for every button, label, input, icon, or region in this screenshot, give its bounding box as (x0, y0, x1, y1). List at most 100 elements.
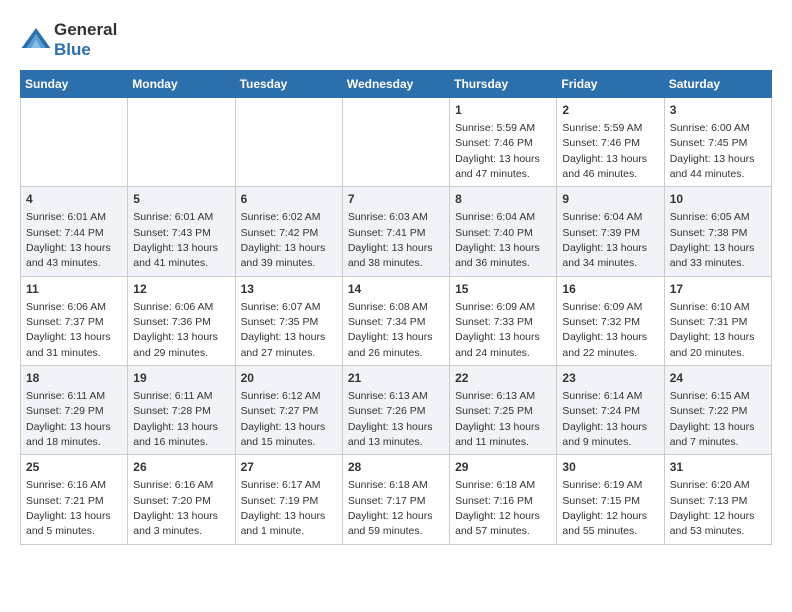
day-number: 15 (455, 281, 551, 298)
calendar-cell: 18Sunrise: 6:11 AM Sunset: 7:29 PM Dayli… (21, 366, 128, 455)
calendar-cell: 24Sunrise: 6:15 AM Sunset: 7:22 PM Dayli… (664, 366, 771, 455)
calendar-header: SundayMondayTuesdayWednesdayThursdayFrid… (21, 71, 772, 98)
day-info: Sunrise: 6:14 AM Sunset: 7:24 PM Dayligh… (562, 390, 647, 448)
logo-icon (20, 24, 52, 56)
calendar-cell: 1 Sunrise: 5:59 AM Sunset: 7:46 PM Daylig… (450, 98, 557, 187)
calendar-body: 1 Sunrise: 5:59 AM Sunset: 7:46 PM Daylig… (21, 98, 772, 545)
logo-general: General (54, 20, 117, 39)
day-number: 12 (133, 281, 229, 298)
day-info: Sunrise: 6:09 AM Sunset: 7:32 PM Dayligh… (562, 301, 647, 359)
day-info: Sunrise: 6:06 AM Sunset: 7:37 PM Dayligh… (26, 301, 111, 359)
calendar-cell: 8Sunrise: 6:04 AM Sunset: 7:40 PM Daylig… (450, 187, 557, 276)
week-row-3: 11 Sunrise: 6:06 AM Sunset: 7:37 PM Dayli… (21, 276, 772, 365)
day-number: 16 (562, 281, 658, 298)
calendar-cell: 6Sunrise: 6:02 AM Sunset: 7:42 PM Daylig… (235, 187, 342, 276)
day-number: 1 (455, 102, 551, 119)
day-info: Sunrise: 6:18 AM Sunset: 7:16 PM Dayligh… (455, 479, 540, 537)
day-info: Sunrise: 5:59 AM Sunset: 7:46 PM Dayligh… (455, 122, 540, 180)
weekday-header-sunday: Sunday (21, 71, 128, 98)
day-number: 17 (670, 281, 766, 298)
weekday-header-wednesday: Wednesday (342, 71, 449, 98)
day-number: 2 (562, 102, 658, 119)
calendar-cell: 29 Sunrise: 6:18 AM Sunset: 7:16 PM Dayli… (450, 455, 557, 544)
day-info: Sunrise: 6:13 AM Sunset: 7:26 PM Dayligh… (348, 390, 433, 448)
day-info: Sunrise: 6:16 AM Sunset: 7:21 PM Dayligh… (26, 479, 111, 537)
weekday-row: SundayMondayTuesdayWednesdayThursdayFrid… (21, 71, 772, 98)
calendar-cell: 7 Sunrise: 6:03 AM Sunset: 7:41 PM Daylig… (342, 187, 449, 276)
week-row-2: 4 Sunrise: 6:01 AM Sunset: 7:44 PM Daylig… (21, 187, 772, 276)
day-info: Sunrise: 6:10 AM Sunset: 7:31 PM Dayligh… (670, 301, 755, 359)
weekday-header-saturday: Saturday (664, 71, 771, 98)
day-number: 19 (133, 370, 229, 387)
day-number: 25 (26, 459, 122, 476)
day-info: Sunrise: 6:13 AM Sunset: 7:25 PM Dayligh… (455, 390, 540, 448)
calendar-cell: 21 Sunrise: 6:13 AM Sunset: 7:26 PM Dayli… (342, 366, 449, 455)
day-number: 27 (241, 459, 337, 476)
calendar-cell: 4 Sunrise: 6:01 AM Sunset: 7:44 PM Daylig… (21, 187, 128, 276)
calendar-cell: 16 Sunrise: 6:09 AM Sunset: 7:32 PM Dayli… (557, 276, 664, 365)
calendar-cell: 31Sunrise: 6:20 AM Sunset: 7:13 PM Dayli… (664, 455, 771, 544)
day-number: 5 (133, 191, 229, 208)
day-info: Sunrise: 6:18 AM Sunset: 7:17 PM Dayligh… (348, 479, 433, 537)
day-info: Sunrise: 6:00 AM Sunset: 7:45 PM Dayligh… (670, 122, 755, 180)
day-info: Sunrise: 6:08 AM Sunset: 7:34 PM Dayligh… (348, 301, 433, 359)
day-info: Sunrise: 6:09 AM Sunset: 7:33 PM Dayligh… (455, 301, 540, 359)
calendar-cell (21, 98, 128, 187)
day-number: 7 (348, 191, 444, 208)
calendar-cell: 10 Sunrise: 6:05 AM Sunset: 7:38 PM Dayli… (664, 187, 771, 276)
calendar-cell: 30 Sunrise: 6:19 AM Sunset: 7:15 PM Dayli… (557, 455, 664, 544)
day-number: 24 (670, 370, 766, 387)
calendar-cell: 17 Sunrise: 6:10 AM Sunset: 7:31 PM Dayli… (664, 276, 771, 365)
calendar-cell (235, 98, 342, 187)
day-number: 8 (455, 191, 551, 208)
calendar-cell: 19 Sunrise: 6:11 AM Sunset: 7:28 PM Dayli… (128, 366, 235, 455)
calendar-cell: 25 Sunrise: 6:16 AM Sunset: 7:21 PM Dayli… (21, 455, 128, 544)
calendar-cell: 11 Sunrise: 6:06 AM Sunset: 7:37 PM Dayli… (21, 276, 128, 365)
day-number: 4 (26, 191, 122, 208)
page-header: General Blue (20, 20, 772, 60)
calendar-cell: 5Sunrise: 6:01 AM Sunset: 7:43 PM Daylig… (128, 187, 235, 276)
day-info: Sunrise: 6:03 AM Sunset: 7:41 PM Dayligh… (348, 211, 433, 269)
weekday-header-thursday: Thursday (450, 71, 557, 98)
day-info: Sunrise: 6:07 AM Sunset: 7:35 PM Dayligh… (241, 301, 326, 359)
calendar-cell: 22 Sunrise: 6:13 AM Sunset: 7:25 PM Dayli… (450, 366, 557, 455)
day-number: 22 (455, 370, 551, 387)
calendar-cell: 20 Sunrise: 6:12 AM Sunset: 7:27 PM Dayli… (235, 366, 342, 455)
day-info: Sunrise: 6:19 AM Sunset: 7:15 PM Dayligh… (562, 479, 647, 537)
day-number: 10 (670, 191, 766, 208)
day-number: 31 (670, 459, 766, 476)
calendar-cell: 3Sunrise: 6:00 AM Sunset: 7:45 PM Daylig… (664, 98, 771, 187)
day-number: 14 (348, 281, 444, 298)
calendar-cell: 9 Sunrise: 6:04 AM Sunset: 7:39 PM Daylig… (557, 187, 664, 276)
calendar-cell: 23 Sunrise: 6:14 AM Sunset: 7:24 PM Dayli… (557, 366, 664, 455)
day-number: 9 (562, 191, 658, 208)
calendar-cell: 27 Sunrise: 6:17 AM Sunset: 7:19 PM Dayli… (235, 455, 342, 544)
calendar-cell: 28Sunrise: 6:18 AM Sunset: 7:17 PM Dayli… (342, 455, 449, 544)
logo: General Blue (20, 20, 117, 60)
day-info: Sunrise: 6:17 AM Sunset: 7:19 PM Dayligh… (241, 479, 326, 537)
day-info: Sunrise: 6:11 AM Sunset: 7:28 PM Dayligh… (133, 390, 218, 448)
day-number: 21 (348, 370, 444, 387)
calendar-cell: 12 Sunrise: 6:06 AM Sunset: 7:36 PM Dayli… (128, 276, 235, 365)
day-info: Sunrise: 6:12 AM Sunset: 7:27 PM Dayligh… (241, 390, 326, 448)
day-number: 11 (26, 281, 122, 298)
day-number: 23 (562, 370, 658, 387)
logo-blue: Blue (54, 40, 91, 59)
day-info: Sunrise: 6:06 AM Sunset: 7:36 PM Dayligh… (133, 301, 218, 359)
calendar-cell: 13 Sunrise: 6:07 AM Sunset: 7:35 PM Dayli… (235, 276, 342, 365)
calendar-cell: 26Sunrise: 6:16 AM Sunset: 7:20 PM Dayli… (128, 455, 235, 544)
day-number: 29 (455, 459, 551, 476)
week-row-4: 18Sunrise: 6:11 AM Sunset: 7:29 PM Dayli… (21, 366, 772, 455)
day-info: Sunrise: 6:01 AM Sunset: 7:44 PM Dayligh… (26, 211, 111, 269)
day-info: Sunrise: 6:02 AM Sunset: 7:42 PM Dayligh… (241, 211, 326, 269)
calendar-table: SundayMondayTuesdayWednesdayThursdayFrid… (20, 70, 772, 545)
week-row-1: 1 Sunrise: 5:59 AM Sunset: 7:46 PM Daylig… (21, 98, 772, 187)
weekday-header-tuesday: Tuesday (235, 71, 342, 98)
day-info: Sunrise: 6:04 AM Sunset: 7:39 PM Dayligh… (562, 211, 647, 269)
calendar-cell: 15 Sunrise: 6:09 AM Sunset: 7:33 PM Dayli… (450, 276, 557, 365)
day-number: 13 (241, 281, 337, 298)
day-number: 26 (133, 459, 229, 476)
day-info: Sunrise: 6:05 AM Sunset: 7:38 PM Dayligh… (670, 211, 755, 269)
day-number: 30 (562, 459, 658, 476)
day-number: 20 (241, 370, 337, 387)
